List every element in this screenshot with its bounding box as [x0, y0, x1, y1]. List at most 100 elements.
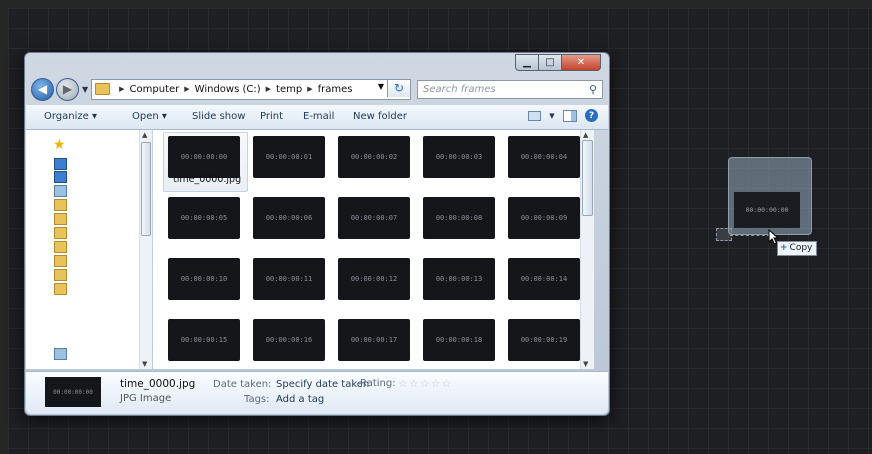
breadcrumb-windows-c[interactable]: Windows (C:)	[195, 84, 261, 95]
details-thumbnail: 00:00:00:00	[45, 377, 101, 407]
breadcrumb-temp[interactable]: temp	[276, 84, 302, 95]
file-item[interactable]: 00:00:00:17	[333, 313, 418, 374]
folder-icon[interactable]	[54, 269, 67, 281]
folder-icon[interactable]	[54, 199, 67, 211]
file-thumbnail[interactable]: 00:00:00:12	[338, 258, 410, 300]
file-item[interactable]: 00:00:00:03	[418, 130, 503, 191]
forward-button[interactable]: ▶	[56, 77, 79, 101]
new-folder-button[interactable]: New folder	[353, 111, 407, 122]
file-item[interactable]: 00:00:00:04	[503, 130, 588, 191]
file-thumbnail[interactable]: 00:00:00:07	[338, 197, 410, 239]
nav-pane-scroll-thumb[interactable]	[141, 142, 151, 236]
file-item[interactable]: 00:00:00:13	[418, 252, 503, 313]
file-item[interactable]: 00:00:00:11	[248, 252, 333, 313]
address-dropdown-icon[interactable]: ▼	[378, 82, 384, 91]
desktop-icon[interactable]	[54, 158, 67, 170]
file-thumbnail[interactable]: 00:00:00:03	[423, 136, 495, 178]
preview-pane-icon[interactable]	[563, 109, 577, 122]
file-list-scrollbar[interactable]: ▲ ▼	[580, 130, 594, 369]
file-thumbnail[interactable]: 00:00:00:08	[423, 197, 495, 239]
recent-pages-dropdown[interactable]: ▼	[82, 85, 88, 94]
downloads-icon[interactable]	[54, 171, 67, 183]
file-thumbnail[interactable]: 00:00:00:02	[338, 136, 410, 178]
file-item[interactable]: 00:00:00:10	[163, 252, 248, 313]
file-item[interactable]: 00:00:00:08	[418, 191, 503, 252]
file-thumbnail[interactable]: 00:00:00:18	[423, 319, 495, 361]
file-thumbnail[interactable]: 00:00:00:14	[508, 258, 580, 300]
tags-label: Tags:	[244, 394, 270, 405]
address-bar[interactable]: ▶ Computer ▶ Windows (C:) ▶ temp ▶ frame…	[91, 78, 411, 100]
scroll-down-icon[interactable]: ▼	[142, 360, 147, 368]
scroll-up-icon[interactable]: ▲	[583, 131, 588, 139]
folder-icon[interactable]	[54, 241, 67, 253]
pictures-icon[interactable]	[54, 185, 67, 197]
email-button[interactable]: E-mail	[303, 111, 334, 122]
file-thumbnail[interactable]: 00:00:00:11	[253, 258, 325, 300]
tags-value[interactable]: Add a tag	[276, 394, 324, 405]
open-button[interactable]: Open ▾	[132, 111, 167, 122]
view-dropdown-icon[interactable]: ▼	[549, 110, 555, 122]
file-list-scroll-thumb[interactable]	[582, 140, 593, 216]
breadcrumb-frames[interactable]: frames	[318, 84, 353, 95]
change-view-icon[interactable]	[528, 110, 541, 121]
library-icon[interactable]	[54, 348, 67, 360]
file-thumbnail[interactable]: 00:00:00:04	[508, 136, 580, 178]
folder-icon[interactable]	[54, 227, 67, 239]
file-item[interactable]: 00:00:00:19	[503, 313, 588, 374]
file-thumbnail[interactable]: 00:00:00:10	[168, 258, 240, 300]
maximize-button[interactable]: □	[538, 54, 561, 71]
file-thumbnail[interactable]: 00:00:00:16	[253, 319, 325, 361]
file-thumbnail[interactable]: 00:00:00:06	[253, 197, 325, 239]
file-item[interactable]: 00:00:00:09	[503, 191, 588, 252]
file-item[interactable]: 00:00:00:01	[248, 130, 333, 191]
scroll-down-icon[interactable]: ▼	[583, 360, 588, 368]
rating-stars[interactable]: ☆☆☆☆☆	[398, 377, 452, 390]
refresh-icon[interactable]: ↻	[387, 79, 410, 97]
file-thumbnail[interactable]: 00:00:00:00	[168, 136, 240, 178]
file-item[interactable]: 00:00:00:00 time_0000.jpg	[163, 130, 248, 192]
scroll-up-icon[interactable]: ▲	[142, 131, 147, 139]
file-thumbnail[interactable]: 00:00:00:19	[508, 319, 580, 361]
favorites-star-icon[interactable]: ★	[53, 138, 66, 152]
close-button[interactable]: ✕	[561, 54, 601, 71]
back-button[interactable]: ◀	[31, 77, 54, 101]
file-thumbnail[interactable]: 00:00:00:05	[168, 197, 240, 239]
file-item[interactable]: 00:00:00:05	[163, 191, 248, 252]
file-thumbnail[interactable]: 00:00:00:09	[508, 197, 580, 239]
print-button[interactable]: Print	[260, 111, 283, 122]
breadcrumb-computer[interactable]: Computer	[130, 84, 180, 95]
file-name-label[interactable]: time_0000.jpg	[173, 174, 241, 185]
folder-icon	[95, 83, 111, 95]
file-thumbnail[interactable]: 00:00:00:01	[253, 136, 325, 178]
folder-icon[interactable]	[54, 213, 67, 225]
file-item[interactable]: 00:00:00:14	[503, 252, 588, 313]
date-taken-value[interactable]: Specify date taken	[276, 379, 369, 390]
file-item[interactable]: 00:00:00:15	[163, 313, 248, 374]
folder-icon[interactable]	[54, 255, 67, 267]
file-item[interactable]: 00:00:00:07	[333, 191, 418, 252]
nav-pane-scrollbar[interactable]: ▲ ▼	[139, 130, 152, 369]
file-thumbnail[interactable]: 00:00:00:13	[423, 258, 495, 300]
file-item[interactable]: 00:00:00:06	[248, 191, 333, 252]
slideshow-button[interactable]: Slide show	[192, 111, 245, 122]
file-thumbnail[interactable]: 00:00:00:17	[338, 319, 410, 361]
file-item[interactable]: 00:00:00:02	[333, 130, 418, 191]
search-icon[interactable]: ⚲	[589, 83, 597, 96]
file-item[interactable]: 00:00:00:12	[333, 252, 418, 313]
file-thumbnail[interactable]: 00:00:00:15	[168, 319, 240, 361]
copy-tooltip-label: Copy	[789, 243, 813, 253]
file-item[interactable]: 00:00:00:16	[248, 313, 333, 374]
command-bar: Organize ▾ Open ▾ Slide show Print E-mai…	[26, 105, 608, 130]
help-icon[interactable]: ?	[585, 109, 598, 122]
rating-label: Rating:	[360, 378, 396, 389]
thumbnail-grid: 00:00:00:00 time_0000.jpg 00:00:00:01 00:00…	[163, 130, 588, 374]
folder-icon[interactable]	[54, 283, 67, 295]
organize-button[interactable]: Organize ▾	[44, 111, 97, 122]
search-placeholder: Search frames	[423, 83, 496, 95]
drag-thumbnail: 00:00:00:00	[734, 192, 800, 228]
navigation-pane: ★ ▲ ▼	[26, 130, 152, 369]
drag-preview: 00:00:00:00	[728, 157, 812, 235]
file-item[interactable]: 00:00:00:18	[418, 313, 503, 374]
minimize-button[interactable]: ▁	[515, 54, 538, 71]
search-input[interactable]: Search frames ⚲	[417, 79, 603, 99]
